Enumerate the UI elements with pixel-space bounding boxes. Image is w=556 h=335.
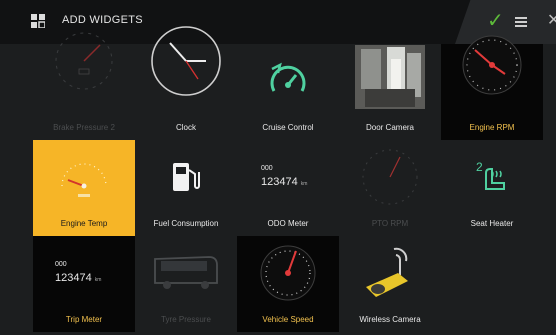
trip-value: 123474 [55, 271, 92, 284]
widget-label: PTO RPM [371, 219, 409, 228]
close-icon[interactable]: ✕ [547, 12, 556, 30]
widget-clock[interactable]: Clock [135, 26, 237, 140]
menu-icon[interactable] [515, 17, 527, 27]
widget-pto-rpm[interactable]: PTO RPM [339, 140, 441, 236]
widget-seat-heater[interactable]: 2 Seat Heater [441, 140, 543, 236]
widget-odo-meter[interactable]: 000 123474 km ODO Meter [237, 140, 339, 236]
widget-label: ODO Meter [267, 219, 309, 228]
odo-value: 123474 [261, 175, 298, 188]
widget-trip-meter[interactable]: 000 123474 km Trip Meter [33, 236, 135, 332]
trip-unit: km [94, 276, 102, 283]
fuel-pump-icon [173, 163, 200, 191]
clock-icon [151, 26, 221, 96]
tachometer-icon [462, 35, 522, 95]
widget-label: Engine RPM [469, 123, 515, 132]
widget-fuel-consumption[interactable]: Fuel Consumption [135, 140, 237, 236]
widget-tyre-pressure[interactable]: Tyre Pressure [135, 236, 237, 332]
widget-engine-temp[interactable]: Engine Temp [33, 140, 135, 236]
widget-label: Vehicle Speed [262, 315, 314, 324]
temperature-gauge-icon [61, 163, 107, 197]
widget-door-camera[interactable]: Door Camera [339, 44, 441, 140]
widgets-icon [31, 14, 45, 28]
widget-label: Engine Temp [60, 219, 108, 228]
widget-label: Tyre Pressure [161, 315, 211, 324]
odo-unit: km [300, 180, 308, 187]
widget-wireless-camera[interactable]: Wireless Camera [339, 236, 441, 332]
widget-label: Wireless Camera [359, 315, 421, 324]
seat-heater-icon: 2 [476, 160, 505, 190]
widget-label: Fuel Consumption [153, 219, 219, 228]
odo-small-value: 000 [261, 164, 273, 172]
trip-meter-display: 000 123474 km [55, 261, 101, 286]
widget-label: Cruise Control [262, 123, 314, 132]
door-camera-icon [355, 45, 425, 109]
speedometer-icon [260, 245, 316, 301]
widget-cruise-control[interactable]: Cruise Control [237, 44, 339, 140]
trip-small-value: 000 [55, 260, 67, 268]
widget-label: Brake Pressure 2 [53, 123, 115, 132]
widget-label: Trip Meter [65, 315, 103, 324]
widget-engine-rpm[interactable]: Engine RPM [441, 35, 543, 140]
bus-icon [154, 256, 218, 289]
speedometer-icon [55, 32, 113, 90]
odometer-display: 000 123474 km [261, 165, 307, 190]
widget-label: Seat Heater [470, 219, 514, 228]
seat-heater-level: 2 [476, 160, 483, 174]
widget-label: Clock [175, 123, 196, 132]
cruise-control-icon [270, 62, 306, 92]
wireless-camera-icon [366, 247, 408, 297]
widget-vehicle-speed[interactable]: Vehicle Speed [237, 236, 339, 332]
gauge-icon [362, 149, 418, 205]
widget-brake-pressure[interactable]: Brake Pressure 2 [33, 32, 135, 140]
widget-label: Door Camera [365, 123, 414, 132]
